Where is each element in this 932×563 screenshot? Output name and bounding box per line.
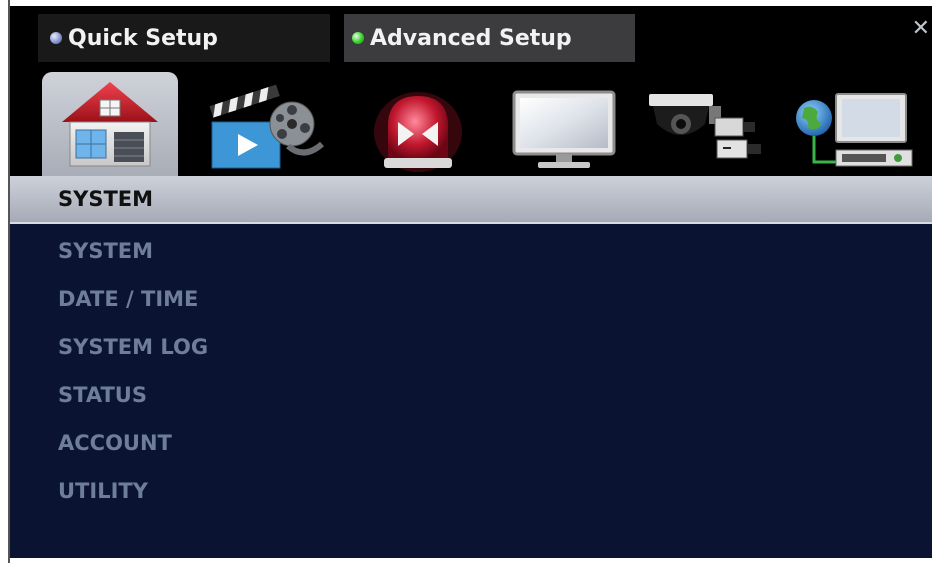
menu-item-system[interactable]: SYSTEM: [58, 238, 208, 286]
status-dot-icon: [50, 32, 62, 44]
tab-quick-setup[interactable]: Quick Setup: [38, 14, 330, 62]
menu-item-date-time[interactable]: DATE / TIME: [58, 286, 208, 334]
category-icon-bar: [10, 72, 932, 176]
close-icon[interactable]: ✕: [912, 16, 930, 41]
camera-icon: [649, 94, 761, 159]
network-computer-icon: [796, 93, 913, 167]
section-title: SYSTEM: [58, 187, 154, 211]
category-event-button[interactable]: [350, 72, 486, 176]
category-camera-button[interactable]: [640, 72, 776, 176]
category-record-button[interactable]: [196, 72, 332, 176]
tab-quick-setup-label: Quick Setup: [68, 25, 218, 51]
advanced-setup-window: Quick Setup Advanced Setup ✕ SYSTEM SYST…: [10, 6, 932, 558]
status-dot-icon: [352, 32, 364, 44]
record-clapper-film-icon: [209, 84, 324, 169]
tab-advanced-setup-label: Advanced Setup: [370, 25, 572, 51]
menu-panel: SYSTEM DATE / TIME SYSTEM LOG STATUS ACC…: [10, 224, 932, 558]
display-monitor-icon: [512, 90, 616, 168]
category-network-button[interactable]: [786, 72, 922, 176]
tab-advanced-setup[interactable]: Advanced Setup: [344, 14, 635, 62]
menu-item-utility[interactable]: UTILITY: [58, 478, 208, 526]
section-header: SYSTEM: [10, 176, 932, 224]
category-display-button[interactable]: [496, 72, 632, 176]
event-alarm-light-icon: [374, 92, 462, 172]
system-house-icon: [62, 82, 158, 167]
menu-item-system-log[interactable]: SYSTEM LOG: [58, 334, 208, 382]
menu-item-status[interactable]: STATUS: [58, 382, 208, 430]
system-menu-list: SYSTEM DATE / TIME SYSTEM LOG STATUS ACC…: [58, 238, 208, 526]
category-system-button[interactable]: [42, 72, 178, 176]
menu-item-account[interactable]: ACCOUNT: [58, 430, 208, 478]
